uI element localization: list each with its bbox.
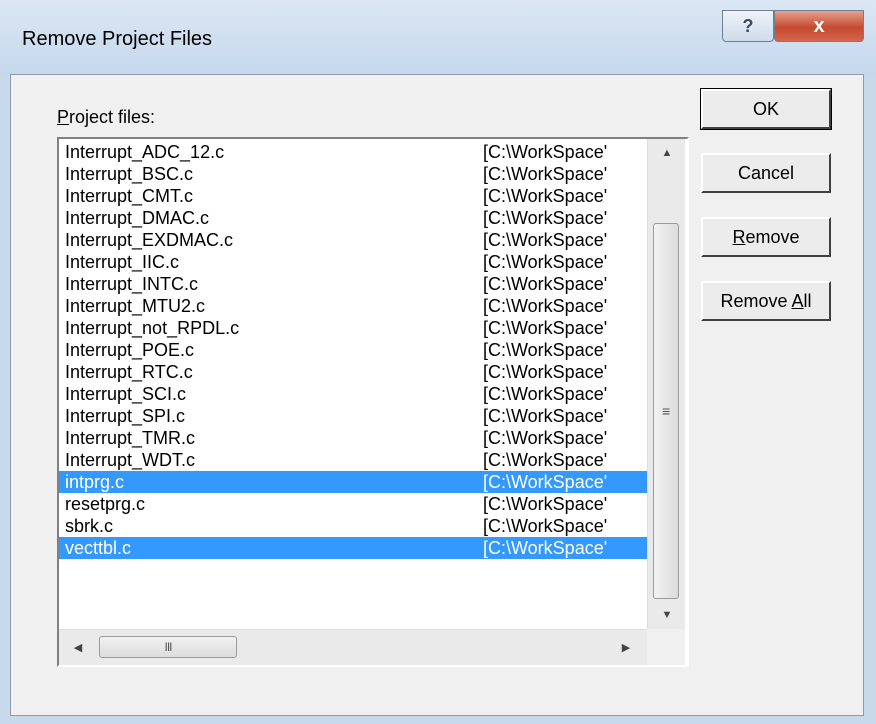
file-path: [C:\WorkSpace' (483, 362, 608, 382)
arrow-left-icon: ◀ (73, 641, 83, 654)
question-mark-icon: ? (742, 15, 754, 36)
file-name: resetprg.c (65, 494, 146, 514)
file-path: [C:\WorkSpace' (483, 384, 608, 404)
remove-project-files-dialog: Remove Project Files ? x Project files: … (0, 0, 876, 724)
file-path: [C:\WorkSpace' (483, 516, 608, 536)
list-item[interactable]: Interrupt_INTC.c [C:\WorkSpace' (59, 273, 647, 295)
list-item[interactable]: Interrupt_RTC.c [C:\WorkSpace' (59, 361, 647, 383)
list-item[interactable]: Interrupt_POE.c [C:\WorkSpace' (59, 339, 647, 361)
file-path: [C:\WorkSpace' (483, 406, 608, 426)
file-path: [C:\WorkSpace' (483, 428, 608, 448)
file-name: Interrupt_CMT.c (65, 186, 194, 206)
help-button[interactable]: ? (722, 10, 774, 42)
list-item[interactable]: Interrupt_ADC_12.c [C:\WorkSpace' (59, 141, 647, 163)
list-item[interactable]: sbrk.c [C:\WorkSpace' (59, 515, 647, 537)
list-item[interactable]: Interrupt_SPI.c [C:\WorkSpace' (59, 405, 647, 427)
file-name: vecttbl.c (65, 538, 132, 558)
file-name: Interrupt_INTC.c (65, 274, 199, 294)
file-path: [C:\WorkSpace' (483, 450, 608, 470)
file-path: [C:\WorkSpace' (483, 340, 608, 360)
file-name: Interrupt_EXDMAC.c (65, 230, 234, 250)
file-name: Interrupt_MTU2.c (65, 296, 206, 316)
file-path: [C:\WorkSpace' (483, 472, 608, 492)
arrow-down-icon: ▼ (661, 609, 673, 621)
list-item[interactable]: Interrupt_WDT.c [C:\WorkSpace' (59, 449, 647, 471)
file-name: Interrupt_RTC.c (65, 362, 193, 382)
list-item[interactable]: vecttbl.c [C:\WorkSpace' (59, 537, 647, 559)
horizontal-scroll-thumb[interactable]: III (99, 636, 237, 658)
close-icon: x (813, 14, 825, 37)
file-path: [C:\WorkSpace' (483, 208, 608, 228)
horizontal-scrollbar[interactable]: ◀ III ▶ (59, 629, 647, 665)
file-name: sbrk.c (65, 516, 114, 536)
file-name: Interrupt_BSC.c (65, 164, 194, 184)
list-item[interactable]: Interrupt_BSC.c [C:\WorkSpace' (59, 163, 647, 185)
list-item[interactable]: Interrupt_not_RPDL.c [C:\WorkSpace' (59, 317, 647, 339)
scrollbar-corner (647, 629, 685, 665)
file-path: [C:\WorkSpace' (483, 164, 608, 184)
arrow-up-icon: ▲ (661, 147, 673, 159)
file-name: intprg.c (65, 472, 125, 492)
list-items: Interrupt_ADC_12.c [C:\WorkSpace' Interrup… (59, 141, 647, 559)
file-path: [C:\WorkSpace' (483, 274, 608, 294)
project-files-label: Project files: (57, 107, 156, 127)
scroll-left-button[interactable]: ◀ (63, 630, 93, 664)
dialog-body: Project files: Interrupt_ADC_12.c [C:\Wor… (10, 74, 864, 716)
file-path: [C:\WorkSpace' (483, 186, 608, 206)
list-item[interactable]: intprg.c [C:\WorkSpace' (59, 471, 647, 493)
vertical-scroll-thumb[interactable]: ≡ (653, 223, 679, 599)
cancel-button[interactable]: Cancel (701, 153, 831, 193)
file-name: Interrupt_TMR.c (65, 428, 196, 448)
file-path: [C:\WorkSpace' (483, 318, 608, 338)
grip-icon: ≡ (662, 403, 671, 419)
close-button[interactable]: x (774, 10, 864, 42)
project-files-list[interactable]: Interrupt_ADC_12.c [C:\WorkSpace' Interrup… (57, 137, 689, 667)
list-item[interactable]: resetprg.c [C:\WorkSpace' (59, 493, 647, 515)
scroll-down-button[interactable]: ▼ (648, 601, 686, 629)
list-item[interactable]: Interrupt_IIC.c [C:\WorkSpace' (59, 251, 647, 273)
file-path: [C:\WorkSpace' (483, 252, 608, 272)
title-bar[interactable]: Remove Project Files ? x (0, 0, 876, 74)
file-path: [C:\WorkSpace' (483, 538, 608, 558)
file-name: Interrupt_not_RPDL.c (65, 318, 240, 338)
remove-all-button[interactable]: Remove All (701, 281, 831, 321)
file-name: Interrupt_ADC_12.c (65, 142, 225, 162)
file-path: [C:\WorkSpace' (483, 142, 608, 162)
scroll-right-button[interactable]: ▶ (611, 630, 641, 664)
file-path: [C:\WorkSpace' (483, 230, 608, 250)
arrow-right-icon: ▶ (621, 641, 631, 654)
file-name: Interrupt_WDT.c (65, 450, 196, 470)
list-item[interactable]: Interrupt_DMAC.c [C:\WorkSpace' (59, 207, 647, 229)
list-item[interactable]: Interrupt_CMT.c [C:\WorkSpace' (59, 185, 647, 207)
file-path: [C:\WorkSpace' (483, 494, 608, 514)
dialog-title: Remove Project Files (22, 28, 213, 50)
list-item[interactable]: Interrupt_TMR.c [C:\WorkSpace' (59, 427, 647, 449)
list-item[interactable]: Interrupt_MTU2.c [C:\WorkSpace' (59, 295, 647, 317)
file-name: Interrupt_DMAC.c (65, 208, 210, 228)
remove-button[interactable]: Remove (701, 217, 831, 257)
file-name: Interrupt_POE.c (65, 340, 195, 360)
ok-button[interactable]: OK (700, 88, 832, 130)
file-path: [C:\WorkSpace' (483, 296, 608, 316)
file-name: Interrupt_IIC.c (65, 252, 180, 272)
grip-icon: III (164, 640, 172, 654)
list-item[interactable]: Interrupt_EXDMAC.c [C:\WorkSpace' (59, 229, 647, 251)
vertical-scrollbar[interactable]: ▲ ≡ ▼ (647, 139, 685, 629)
file-name: Interrupt_SPI.c (65, 406, 186, 426)
scroll-up-button[interactable]: ▲ (648, 139, 686, 167)
file-name: Interrupt_SCI.c (65, 384, 187, 404)
list-item[interactable]: Interrupt_SCI.c [C:\WorkSpace' (59, 383, 647, 405)
